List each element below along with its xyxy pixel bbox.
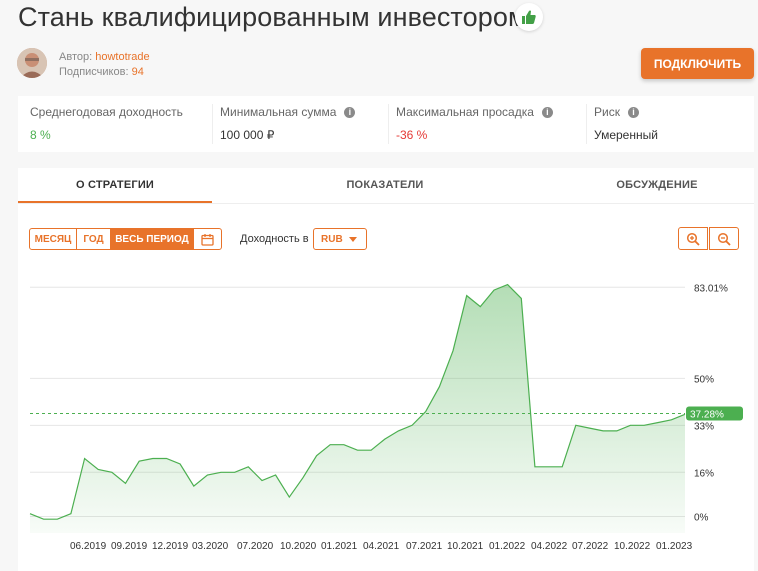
stat-max-drawdown: Максимальная просадка i -36 %	[388, 96, 586, 152]
author-label: Автор:	[59, 51, 93, 63]
author-link[interactable]: howtotrade	[95, 51, 149, 63]
connect-button[interactable]: ПОДКЛЮЧИТЬ	[641, 48, 754, 79]
y-tick-label: 16%	[694, 468, 714, 479]
stat-min-amount: Минимальная сумма i 100 000 ₽	[212, 96, 388, 152]
stat-risk: Риск i Умеренный	[586, 96, 754, 152]
yield-chart: 83.01% 50% 33% 16% 0% 37.28% 06.2019 09.2019 12.…	[29, 283, 743, 552]
y-tick-label: 0%	[694, 512, 709, 523]
x-tick-label: 07.2021	[406, 541, 443, 552]
x-tick-label: 10.2022	[614, 541, 651, 552]
stat-label-row: Риск i	[594, 105, 639, 119]
x-tick-label: 10.2021	[447, 541, 484, 552]
y-tick-label: 33%	[694, 421, 714, 432]
stat-value: 100 000 ₽	[220, 128, 275, 142]
stat-value: Умеренный	[594, 128, 658, 142]
stat-label-row: Максимальная просадка i	[396, 105, 553, 119]
x-tick-label: 01.2021	[321, 541, 358, 552]
stat-value: 8 %	[30, 128, 51, 142]
x-tick-label: 10.2020	[280, 541, 317, 552]
stat-annual-yield: Среднегодовая доходность 8 %	[18, 96, 212, 152]
y-tick-label: 83.01%	[694, 283, 728, 294]
x-tick-label: 01.2022	[489, 541, 526, 552]
stat-label: Среднегодовая доходность	[30, 105, 183, 119]
x-tick-label: 07.2020	[237, 541, 274, 552]
series-area	[30, 284, 685, 533]
info-icon[interactable]: i	[627, 107, 639, 119]
current-value-label: 37.28%	[690, 410, 724, 421]
x-tick-label: 09.2019	[111, 541, 148, 552]
y-tick-label: 50%	[694, 374, 714, 385]
x-tick-label: 03.2020	[192, 541, 229, 552]
subscribers-label: Подписчиков:	[59, 66, 129, 78]
stats-bar: Среднегодовая доходность 8 % Минимальная…	[18, 96, 754, 152]
thumbs-up-icon	[522, 10, 536, 24]
avatar[interactable]	[17, 48, 47, 78]
subscribers-count: 94	[131, 66, 144, 78]
stat-label: Риск	[594, 105, 620, 119]
stat-label: Минимальная сумма	[220, 105, 337, 119]
info-icon[interactable]: i	[344, 107, 356, 119]
author-info: Автор: howtotrade Подписчиков: 94	[59, 50, 150, 80]
stat-label-row: Минимальная сумма i	[220, 105, 356, 119]
stat-value: -36 %	[396, 128, 428, 142]
x-tick-label: 12.2019	[152, 541, 189, 552]
like-button[interactable]	[515, 3, 543, 31]
info-icon[interactable]: i	[541, 107, 553, 119]
x-tick-label: 04.2021	[363, 541, 400, 552]
x-tick-label: 07.2022	[572, 541, 609, 552]
x-tick-label: 06.2019	[70, 541, 107, 552]
x-tick-label: 04.2022	[531, 541, 568, 552]
strategy-panel: О СТРАТЕГИИ ПОКАЗАТЕЛИ ОБСУЖДЕНИЕ МЕСЯЦ …	[18, 168, 754, 571]
stat-label: Максимальная просадка	[396, 105, 534, 119]
x-tick-label: 01.2023	[656, 541, 693, 552]
page-title: Стань квалифицированным инвестором!	[18, 2, 535, 32]
